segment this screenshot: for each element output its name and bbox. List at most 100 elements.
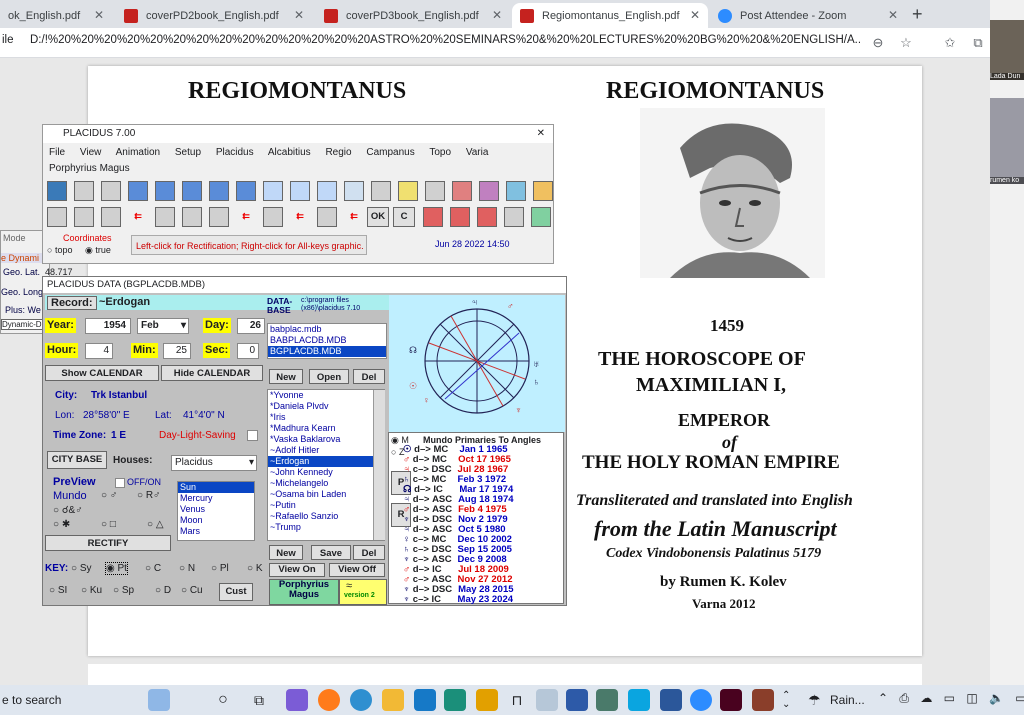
toolbar-icon-14[interactable] [398, 181, 418, 201]
zoom-taskbar-icon[interactable] [690, 689, 712, 711]
record-item[interactable]: *Madhura Kearn [268, 423, 384, 434]
menu-file[interactable]: File [49, 147, 65, 158]
toolbar2-icon-1[interactable] [47, 207, 67, 227]
toolbar2-icon-7[interactable] [209, 207, 229, 227]
toolbar-icon-16[interactable] [452, 181, 472, 201]
app-icon-chart[interactable] [596, 689, 618, 711]
planet-item[interactable]: Mercury [178, 493, 254, 504]
database-item[interactable]: babplac.mdb [268, 324, 386, 335]
aspect-radio-6[interactable]: ○ △ [147, 519, 164, 530]
coord-true-radio[interactable]: ◉ true [85, 245, 111, 256]
collections-icon[interactable]: ⧉ [970, 35, 986, 51]
app-icon-grey[interactable] [536, 689, 558, 711]
key-radio-si[interactable]: ○ SI [49, 585, 67, 596]
arrow-left-icon[interactable]: ⇇ [128, 207, 148, 227]
save-record-button[interactable]: Save [311, 545, 351, 560]
menu-setup[interactable]: Setup [175, 147, 201, 158]
close-icon[interactable]: ✕ [94, 8, 104, 22]
records-scrollbar[interactable] [373, 390, 385, 540]
menu-placidus[interactable]: Placidus [216, 147, 254, 158]
aspect-radio-3[interactable]: ○ ☌&♂ [53, 505, 83, 516]
record-item[interactable]: *Yvonne [268, 390, 384, 401]
hour-field[interactable]: 4 [85, 343, 113, 359]
del-db-button[interactable]: Del [353, 369, 385, 384]
record-item[interactable]: *Daniela Plvdv [268, 401, 384, 412]
key-radio-pl[interactable]: ○ Pl [211, 563, 229, 574]
file-explorer-icon[interactable] [382, 689, 404, 711]
menu-animation[interactable]: Animation [116, 147, 160, 158]
toolbar-icon-8[interactable] [236, 181, 256, 201]
coord-topo-radio[interactable]: ○ topo [47, 245, 72, 255]
system-tray-icons[interactable]: ⌃ ⎙ ☁ ▭ ◫ 🔈 ▭ ▭ [878, 691, 1024, 706]
record-item[interactable]: ~Putin [268, 500, 384, 511]
placidus-taskbar-icon[interactable] [566, 689, 588, 711]
menu-alcabitius[interactable]: Alcabitius [268, 147, 311, 158]
favorites-icon[interactable]: ✩ [942, 35, 958, 51]
toolbar2-extra-icon-1[interactable] [423, 207, 443, 227]
porphyrius-magus-button[interactable]: Porphyrius Magus [269, 579, 339, 605]
month-select[interactable]: Feb ▾ [137, 318, 189, 334]
c-button[interactable]: C [393, 207, 415, 227]
key-radio-d[interactable]: ○ D [155, 585, 171, 596]
toolbar2-icon-11[interactable] [317, 207, 337, 227]
arrow-left-icon[interactable]: ⇇ [290, 207, 310, 227]
ok-button[interactable]: OK [367, 207, 389, 227]
app-icon-teal[interactable] [444, 689, 466, 711]
planet-item[interactable]: Venus [178, 504, 254, 515]
toolbar-icon-6[interactable] [182, 181, 202, 201]
planet-item[interactable]: Moon [178, 515, 254, 526]
dynamic-field[interactable]: Dynamic-D [1, 319, 43, 330]
viber-icon[interactable] [286, 689, 308, 711]
store-icon[interactable]: ⊓ [506, 689, 528, 711]
aspect-radio-5[interactable]: ○ □ [101, 519, 116, 530]
houses-select[interactable]: Placidus ▾ [171, 455, 257, 471]
database-list[interactable]: babplac.mdb BABPLACDB.MDB BGPLACDB.MDB [267, 323, 387, 359]
new-db-button[interactable]: New [269, 369, 303, 384]
toolbar-icon-13[interactable] [371, 181, 391, 201]
record-item[interactable]: ~Michelangelo [268, 478, 384, 489]
toolbar2-icon-5[interactable] [155, 207, 175, 227]
aspect-radio-4[interactable]: ○ ✱ [53, 519, 70, 530]
planet-item[interactable]: Sun [178, 482, 254, 493]
arrow-left-icon[interactable]: ⇇ [236, 207, 256, 227]
toolbar2-extra-icon-4[interactable] [504, 207, 524, 227]
menu-campanus[interactable]: Campanus [366, 147, 414, 158]
toolbar2-extra-icon-2[interactable] [450, 207, 470, 227]
rectify-button[interactable]: RECTIFY [45, 535, 171, 551]
key-radio-ku[interactable]: ○ Ku [81, 585, 102, 596]
toolbar-icon-3[interactable] [101, 181, 121, 201]
database-item[interactable]: BABPLACDB.MDB [268, 335, 386, 346]
indesign-icon[interactable] [720, 689, 742, 711]
daylight-saving-checkbox[interactable] [247, 430, 258, 441]
view-off-button[interactable]: View Off [329, 563, 385, 577]
open-db-button[interactable]: Open [309, 369, 349, 384]
menu-topo[interactable]: Topo [429, 147, 451, 158]
toolbar-icon-4[interactable] [128, 181, 148, 201]
year-field[interactable]: 1954 [85, 318, 131, 334]
toolbar-icon-11[interactable] [317, 181, 337, 201]
toolbar-icon-5[interactable] [155, 181, 175, 201]
close-icon[interactable]: ✕ [888, 8, 898, 22]
video-tile-rumen[interactable]: rumen ko [990, 98, 1024, 184]
scroll-chevrons-icon[interactable]: ⌃ ⌄ [782, 691, 790, 710]
edge-icon[interactable] [350, 689, 372, 711]
menu-varia[interactable]: Varia [466, 147, 489, 158]
tab-zoom[interactable]: Post Attendee - Zoom ✕ [710, 3, 906, 28]
toolbar-icon-12[interactable] [344, 181, 364, 201]
toolbar-icon-2[interactable] [74, 181, 94, 201]
toolbar2-extra-icon-5[interactable] [531, 207, 551, 227]
aspect-radio-2[interactable]: ○ R♂ [137, 490, 161, 501]
record-item[interactable]: ~John Kennedy [268, 467, 384, 478]
bookmark-star-icon[interactable]: ☆ [898, 35, 914, 51]
record-item[interactable]: ~Trump [268, 522, 384, 533]
del-record-button[interactable]: Del [353, 545, 385, 560]
toolbar2-extra-icon-3[interactable] [477, 207, 497, 227]
task-view-icon[interactable]: ⧉ [248, 689, 270, 711]
app-icon-hand[interactable] [476, 689, 498, 711]
close-icon[interactable]: ✕ [537, 125, 545, 143]
video-tile-lada[interactable]: Lada Dun [990, 20, 1024, 80]
day-field[interactable]: 26 [237, 318, 265, 334]
toolbar-icon-1[interactable] [47, 181, 67, 201]
tab-coverpd2[interactable]: coverPD2book_English.pdf ✕ [116, 3, 312, 28]
tab-ok-english[interactable]: ok_English.pdf ✕ [0, 3, 112, 28]
